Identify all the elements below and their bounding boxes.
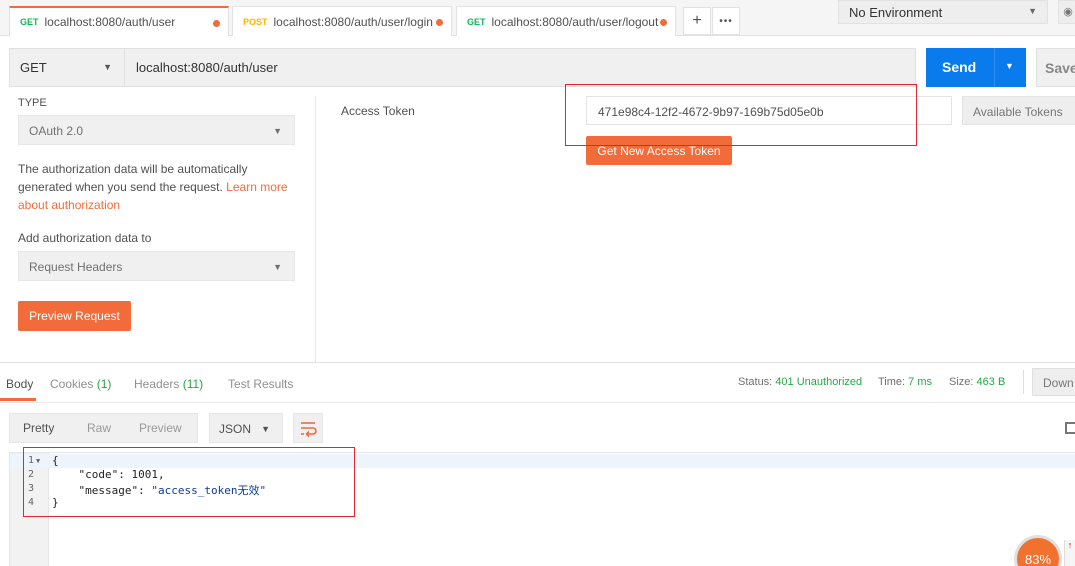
send-button[interactable]: Send ▼ (926, 48, 1026, 87)
size-label: Size: (949, 376, 974, 388)
time-value: 7 ms (908, 376, 932, 388)
size-value: 463 B (976, 376, 1006, 388)
send-label: Send (942, 59, 977, 75)
wrap-lines-icon (301, 422, 317, 438)
tab-method: POST (243, 16, 268, 27)
tab-cookies[interactable]: Cookies (1) (50, 377, 111, 391)
time-label: Time: (878, 376, 906, 388)
auth-type-value: OAuth 2.0 (29, 124, 84, 138)
status-value: 401 Unauthorized (775, 376, 863, 388)
preview-request-button[interactable]: Preview Request (18, 301, 131, 331)
status-label: Status: (738, 376, 773, 388)
highlight-box-response (23, 447, 355, 517)
add-auth-to-value: Request Headers (29, 260, 123, 274)
auth-description: The authorization data will be automatic… (18, 160, 288, 214)
environment-value: No Environment (849, 5, 943, 20)
tab-body[interactable]: Body (6, 377, 33, 391)
auth-description-text: The authorization data will be automatic… (18, 162, 248, 194)
chevron-down-icon: ▼ (273, 126, 282, 136)
tab-headers[interactable]: Headers (11) (134, 377, 203, 391)
eye-icon: ◉ (1063, 6, 1073, 18)
url-value: localhost:8080/auth/user (136, 60, 278, 75)
unsaved-dot-icon (660, 19, 667, 26)
tab-headers-label: Headers (134, 377, 180, 391)
format-preview[interactable]: Preview (139, 421, 182, 435)
download-button[interactable]: Down (1032, 368, 1075, 396)
preview-request-label: Preview Request (29, 309, 120, 323)
available-tokens-select[interactable]: Available Tokens (962, 96, 1075, 125)
tab-test-results[interactable]: Test Results (228, 377, 293, 391)
save-button[interactable]: Save (1036, 48, 1075, 87)
divider (1023, 370, 1024, 394)
size-readout: Size: 463 B (949, 376, 1005, 388)
time-readout: Time: 7 ms (878, 376, 932, 388)
status-readout: Status: 401 Unauthorized (738, 376, 862, 388)
tab-cookies-label: Cookies (50, 377, 94, 391)
tab-method: GET (20, 17, 39, 27)
language-value: JSON (219, 422, 252, 436)
tab-headers-count: (11) (182, 377, 204, 391)
unsaved-dot-icon (213, 20, 220, 27)
format-pretty[interactable]: Pretty (23, 421, 54, 435)
request-tab-3[interactable]: GET localhost:8080/auth/user/logout (456, 6, 676, 36)
method-value: GET (20, 60, 47, 75)
send-divider (994, 48, 995, 87)
request-tab-1[interactable]: GET localhost:8080/auth/user (9, 6, 229, 36)
auth-type-label: TYPE (18, 97, 47, 109)
environment-select[interactable]: No Environment ▼ (838, 0, 1048, 24)
download-label: Down (1043, 376, 1074, 390)
language-select[interactable]: JSON ▼ (209, 413, 283, 443)
auth-type-select[interactable]: OAuth 2.0 ▼ (18, 115, 295, 145)
progress-percent: 83% (1024, 552, 1052, 566)
more-icon: ••• (719, 15, 733, 27)
save-label: Save (1045, 60, 1075, 76)
tab-body-label: Body (6, 377, 34, 391)
environment-quick-look-button[interactable]: ◉ (1058, 0, 1075, 24)
tab-test-results-label: Test Results (228, 377, 294, 391)
access-token-label: Access Token (341, 104, 415, 118)
tab-options-button[interactable]: ••• (712, 7, 740, 35)
format-raw[interactable]: Raw (87, 421, 111, 435)
chevron-down-icon[interactable]: ▼ (1005, 61, 1014, 71)
scroll-up-arrow-icon[interactable]: ↑ (1064, 540, 1075, 566)
unsaved-dot-icon (436, 19, 443, 26)
tab-url: localhost:8080/auth/user/login (273, 14, 433, 29)
request-tab-2[interactable]: POST localhost:8080/auth/user/login (232, 6, 452, 36)
chevron-down-icon: ▼ (273, 262, 282, 272)
chevron-down-icon: ▼ (261, 424, 270, 434)
method-select[interactable]: GET ▼ (9, 48, 125, 87)
tab-url: localhost:8080/auth/user (44, 15, 176, 29)
wrap-lines-button[interactable] (293, 413, 323, 443)
chevron-down-icon: ▼ (1028, 6, 1037, 16)
tab-method: GET (467, 16, 486, 27)
chevron-down-icon: ▼ (103, 62, 112, 72)
url-input[interactable]: localhost:8080/auth/user (124, 48, 916, 87)
new-tab-button[interactable]: + (683, 7, 711, 35)
add-auth-to-label: Add authorization data to (18, 231, 152, 245)
add-auth-to-select[interactable]: Request Headers ▼ (18, 251, 295, 281)
available-tokens-label: Available Tokens (973, 105, 1063, 119)
active-tab-indicator (0, 398, 36, 401)
tab-cookies-count: (1) (96, 377, 112, 391)
highlight-box-token (565, 84, 917, 146)
plus-icon: + (692, 12, 702, 29)
tab-url: localhost:8080/auth/user/logout (491, 14, 659, 29)
copy-icon[interactable] (1065, 422, 1075, 434)
